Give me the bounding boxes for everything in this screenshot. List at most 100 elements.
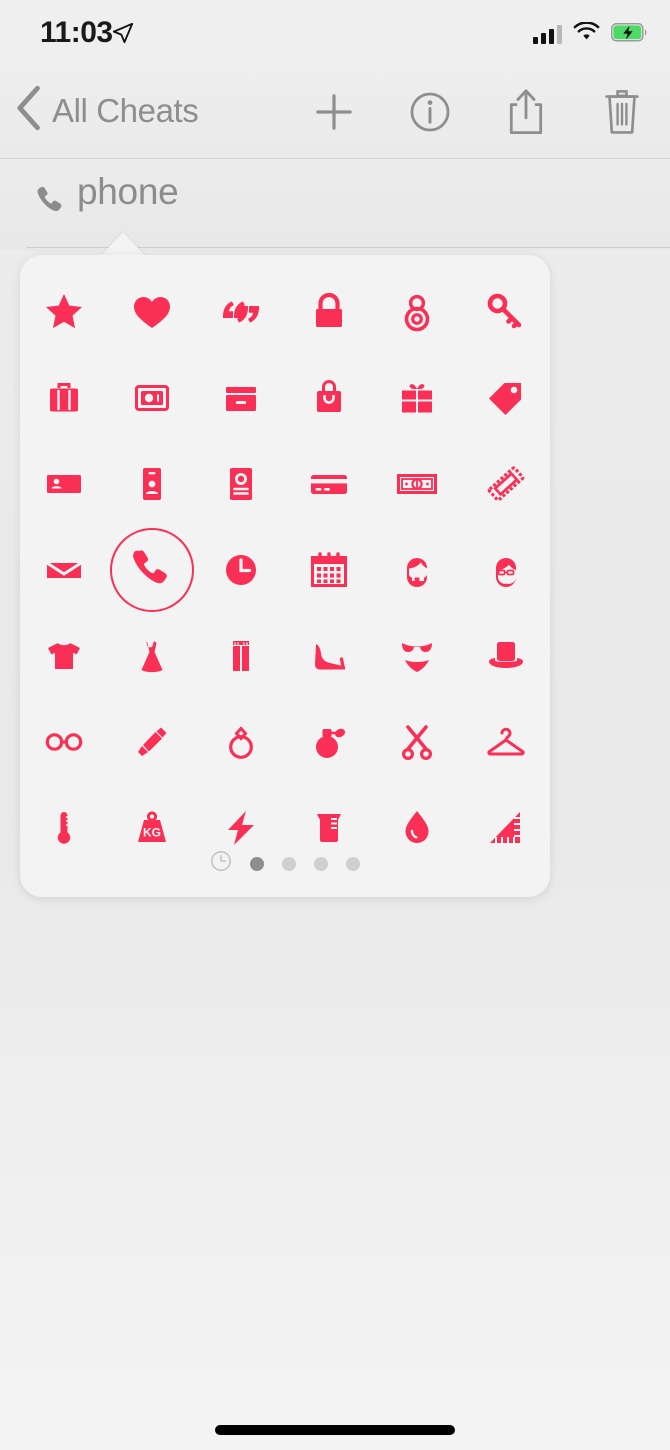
icon-cell-key[interactable]	[462, 269, 550, 355]
navigation-actions	[308, 86, 648, 138]
icon-cell-jeans[interactable]	[197, 613, 285, 699]
icon-cell-ring[interactable]	[197, 699, 285, 785]
icon-cell-lipstick[interactable]	[108, 699, 196, 785]
icon-cell-scissors[interactable]	[373, 699, 461, 785]
icon-cell-high-heel[interactable]	[285, 613, 373, 699]
icon-cell-dress[interactable]	[108, 613, 196, 699]
icon-cell-quotation-marks[interactable]	[197, 269, 285, 355]
trash-icon	[605, 90, 639, 134]
phone-handset-icon	[133, 550, 168, 584]
quotation-marks-icon	[222, 301, 259, 323]
perfume-icon	[316, 728, 346, 758]
plus-icon	[316, 94, 352, 130]
token-field-value: phone	[77, 171, 179, 212]
icon-cell-combination-lock[interactable]	[373, 269, 461, 355]
location-arrow-icon	[112, 22, 134, 49]
top-hat-icon	[488, 642, 523, 668]
gift-icon	[402, 384, 433, 413]
icon-cell-hanger[interactable]	[462, 699, 550, 785]
weight-kg-icon: KG	[138, 811, 167, 842]
icon-grid: KG	[20, 269, 550, 871]
calendar-icon	[311, 552, 348, 587]
delete-button[interactable]	[596, 86, 648, 138]
page-dot-4[interactable]	[346, 856, 360, 871]
share-button[interactable]	[500, 86, 552, 138]
padlock-icon	[316, 292, 343, 327]
beaker-icon	[317, 814, 342, 842]
wifi-icon	[573, 21, 600, 47]
icon-cell-perfume[interactable]	[285, 699, 373, 785]
lightning-bolt-icon	[227, 811, 254, 845]
chevron-left-icon	[12, 84, 46, 137]
navigation-bar: All Cheats	[0, 62, 670, 159]
cellular-bars-icon	[533, 24, 562, 44]
icon-cell-gift[interactable]	[373, 355, 461, 441]
icon-cell-archive-box[interactable]	[197, 355, 285, 441]
status-bar: 11:03	[0, 0, 670, 62]
page-indicator	[20, 850, 550, 877]
key-icon	[487, 293, 522, 329]
banknote-icon	[397, 474, 438, 494]
page-dot-1[interactable]	[250, 856, 264, 871]
icon-cell-phone-handset[interactable]	[108, 527, 196, 613]
water-drop-icon	[405, 811, 429, 843]
icon-picker-popover: KG	[20, 255, 550, 897]
credit-card-icon	[311, 475, 348, 494]
scissors-icon	[402, 725, 433, 761]
clock-icon	[225, 555, 256, 585]
icon-cell-id-badge[interactable]	[108, 441, 196, 527]
icon-cell-heart[interactable]	[108, 269, 196, 355]
status-bar-indicators	[533, 21, 648, 47]
heart-icon	[134, 297, 171, 328]
icon-cell-banknote[interactable]	[373, 441, 461, 527]
safe-icon	[135, 385, 170, 411]
bikini-icon	[402, 643, 433, 672]
icon-cell-bikini[interactable]	[373, 613, 461, 699]
icon-cell-tshirt[interactable]	[20, 613, 108, 699]
envelope-icon	[46, 561, 82, 578]
eyeglasses-icon	[45, 733, 83, 751]
icon-cell-ticket[interactable]	[462, 441, 550, 527]
icon-cell-star[interactable]	[20, 269, 108, 355]
icon-cell-contact-card[interactable]	[197, 441, 285, 527]
star-icon	[46, 294, 83, 329]
icon-cell-clock[interactable]	[197, 527, 285, 613]
jeans-icon	[232, 641, 249, 671]
back-button-label: All Cheats	[52, 91, 199, 129]
info-button[interactable]	[404, 86, 456, 138]
share-icon	[509, 89, 543, 134]
ring-icon	[228, 726, 253, 759]
icon-cell-top-hat[interactable]	[462, 613, 550, 699]
icon-cell-envelope[interactable]	[20, 527, 108, 613]
add-button[interactable]	[308, 86, 360, 138]
back-button[interactable]: All Cheats	[12, 84, 199, 137]
home-indicator[interactable]	[215, 1425, 455, 1435]
high-heel-icon	[315, 644, 346, 670]
icon-cell-bearded-face[interactable]	[373, 527, 461, 613]
phone-icon	[32, 183, 66, 222]
suitcase-icon	[50, 383, 79, 412]
icon-cell-suitcase[interactable]	[20, 355, 108, 441]
icon-cell-eyeglasses[interactable]	[20, 699, 108, 785]
icon-cell-padlock[interactable]	[285, 269, 373, 355]
icon-cell-shopping-bag[interactable]	[285, 355, 373, 441]
icon-cell-calendar[interactable]	[285, 527, 373, 613]
clock-outline-icon[interactable]	[210, 850, 232, 877]
hanger-icon	[487, 727, 525, 756]
icon-cell-safe[interactable]	[108, 355, 196, 441]
id-badge-icon	[143, 468, 162, 500]
icon-cell-price-tag[interactable]	[462, 355, 550, 441]
page-dot-2[interactable]	[282, 856, 296, 871]
icon-cell-credit-card[interactable]	[285, 441, 373, 527]
page-dot-3[interactable]	[314, 856, 328, 871]
weight-kg-label: KG	[143, 826, 161, 840]
lipstick-icon	[138, 727, 167, 756]
price-tag-icon	[488, 383, 521, 415]
triangle-ruler-icon	[489, 812, 520, 843]
info-circle-icon	[410, 92, 450, 132]
battery-charging-icon	[611, 22, 648, 47]
icon-cell-business-card[interactable]	[20, 441, 108, 527]
icon-cell-face-with-glasses[interactable]	[462, 527, 550, 613]
archive-box-icon	[225, 387, 256, 411]
business-card-icon	[47, 475, 82, 493]
